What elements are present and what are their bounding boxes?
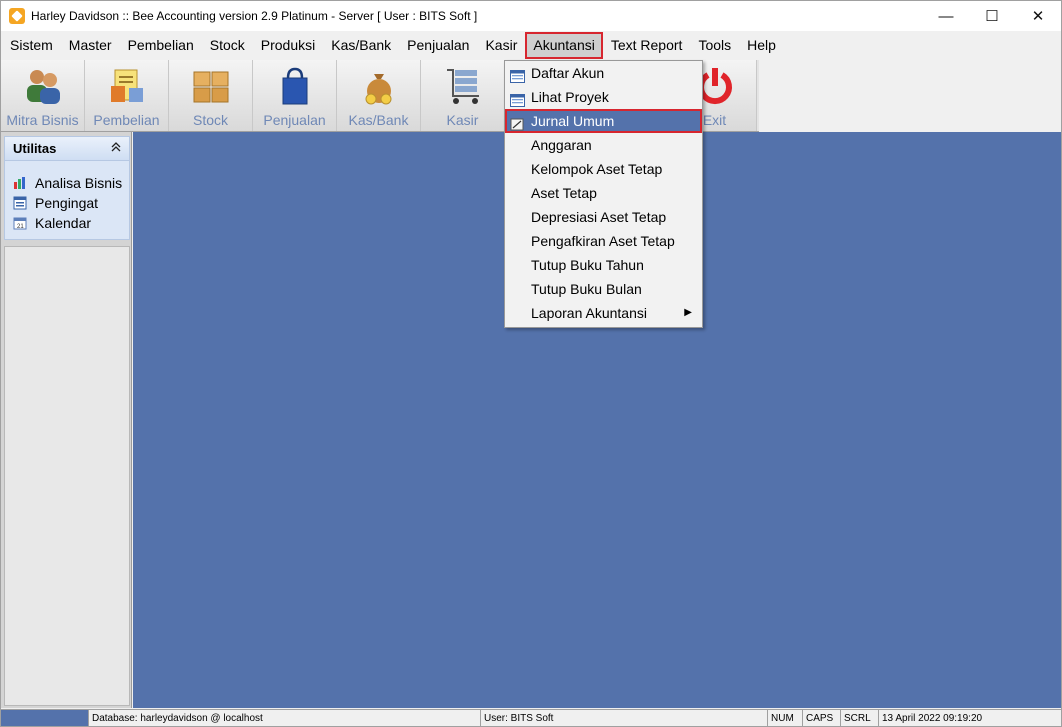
status-database: Database: harleydavidson @ localhost xyxy=(89,710,481,726)
menu-item-pengafkiran-aset-tetap[interactable]: Pengafkiran Aset Tetap xyxy=(505,229,702,253)
menu-item-jurnal-umum[interactable]: Jurnal Umum xyxy=(505,109,702,133)
journal-icon xyxy=(510,114,525,131)
toolbar-kas-bank-button[interactable]: Kas/Bank xyxy=(337,60,421,131)
status-progress xyxy=(1,710,89,726)
list-icon xyxy=(510,90,525,107)
boxes-icon xyxy=(191,66,231,106)
calendar-icon: 21 xyxy=(13,216,27,230)
menu-pembelian[interactable]: Pembelian xyxy=(120,32,202,59)
menu-text-report[interactable]: Text Report xyxy=(603,32,691,59)
purchase-icon xyxy=(107,66,147,106)
collapse-chevron-icon[interactable] xyxy=(111,142,121,155)
status-datetime: 13 April 2022 09:19:20 xyxy=(882,713,983,724)
app-window: Harley Davidson :: Bee Accounting versio… xyxy=(0,0,1062,727)
list-icon xyxy=(510,66,525,83)
menu-sistem[interactable]: Sistem xyxy=(2,32,61,59)
toolbar-pembelian-button[interactable]: Pembelian xyxy=(85,60,169,131)
menu-item-tutup-buku-tahun[interactable]: Tutup Buku Tahun xyxy=(505,253,702,277)
sidebar-lower-panel xyxy=(4,246,130,706)
menu-kasir[interactable]: Kasir xyxy=(477,32,525,59)
people-icon xyxy=(23,66,63,106)
menu-item-depresiasi-aset-tetap[interactable]: Depresiasi Aset Tetap xyxy=(505,205,702,229)
toolbar-penjualan-button[interactable]: Penjualan xyxy=(253,60,337,131)
sidebar-item-kalendar[interactable]: 21 Kalendar xyxy=(13,213,129,233)
svg-text:21: 21 xyxy=(17,224,24,230)
window-title: Harley Davidson :: Bee Accounting versio… xyxy=(31,9,478,23)
maximize-button[interactable]: ☐ xyxy=(969,1,1015,31)
sidebar: Utilitas Analisa Bisnis Pengingat 21 Kal… xyxy=(1,132,132,708)
sidebar-item-label: Pengingat xyxy=(35,195,99,211)
sidebar-item-label: Analisa Bisnis xyxy=(35,175,123,191)
status-caps: CAPS xyxy=(803,710,841,726)
sidebar-item-label: Kalendar xyxy=(35,215,92,231)
status-num: NUM xyxy=(768,710,803,726)
menu-item-kelompok-aset-tetap[interactable]: Kelompok Aset Tetap xyxy=(505,157,702,181)
utilitas-title: Utilitas xyxy=(13,141,57,156)
status-bar: Database: harleydavidson @ localhost Use… xyxy=(1,709,1061,726)
menu-stock[interactable]: Stock xyxy=(202,32,253,59)
minimize-button[interactable]: — xyxy=(923,1,969,31)
toolbar-stock-button[interactable]: Stock xyxy=(169,60,253,131)
menu-item-laporan-akuntansi[interactable]: Laporan Akuntansi ▶ xyxy=(505,301,702,325)
sidebar-item-analisa-bisnis[interactable]: Analisa Bisnis xyxy=(13,173,129,193)
menu-help[interactable]: Help xyxy=(739,32,784,59)
utilitas-panel: Utilitas Analisa Bisnis Pengingat 21 Kal… xyxy=(4,136,130,240)
menu-item-anggaran[interactable]: Anggaran xyxy=(505,133,702,157)
utilitas-header[interactable]: Utilitas xyxy=(5,137,129,161)
menu-item-tutup-buku-bulan[interactable]: Tutup Buku Bulan xyxy=(505,277,702,301)
toolbar-mitra-bisnis-button[interactable]: Mitra Bisnis xyxy=(1,60,85,131)
menu-item-aset-tetap[interactable]: Aset Tetap xyxy=(505,181,702,205)
status-scrl: SCRL xyxy=(841,710,879,726)
chart-icon xyxy=(13,176,27,190)
utilitas-list: Analisa Bisnis Pengingat 21 Kalendar xyxy=(5,161,129,233)
cart-icon xyxy=(443,66,483,106)
menu-kas-bank[interactable]: Kas/Bank xyxy=(323,32,399,59)
submenu-arrow-icon: ▶ xyxy=(684,307,692,318)
window-controls: — ☐ ✕ xyxy=(923,1,1061,31)
toolbar-kasir-button[interactable]: Kasir xyxy=(421,60,505,131)
menu-bar: Sistem Master Pembelian Stock Produksi K… xyxy=(1,31,1061,60)
reminder-icon xyxy=(13,196,27,210)
toolbar-empty-area xyxy=(759,60,1061,132)
shopping-bag-icon xyxy=(275,66,315,106)
menu-master[interactable]: Master xyxy=(61,32,120,59)
status-user: User: BITS Soft xyxy=(481,710,768,726)
menu-penjualan[interactable]: Penjualan xyxy=(399,32,477,59)
menu-akuntansi[interactable]: Akuntansi xyxy=(525,32,603,59)
close-button[interactable]: ✕ xyxy=(1015,1,1061,31)
sidebar-item-pengingat[interactable]: Pengingat xyxy=(13,193,129,213)
title-bar: Harley Davidson :: Bee Accounting versio… xyxy=(1,1,1061,31)
menu-tools[interactable]: Tools xyxy=(690,32,739,59)
menu-item-lihat-proyek[interactable]: Lihat Proyek xyxy=(505,85,702,109)
money-bag-icon xyxy=(359,66,399,106)
menu-produksi[interactable]: Produksi xyxy=(253,32,323,59)
akuntansi-dropdown-menu: Daftar Akun Lihat Proyek Jurnal Umum Ang… xyxy=(504,60,703,328)
menu-item-daftar-akun[interactable]: Daftar Akun xyxy=(505,61,702,85)
app-logo-icon xyxy=(9,8,25,24)
